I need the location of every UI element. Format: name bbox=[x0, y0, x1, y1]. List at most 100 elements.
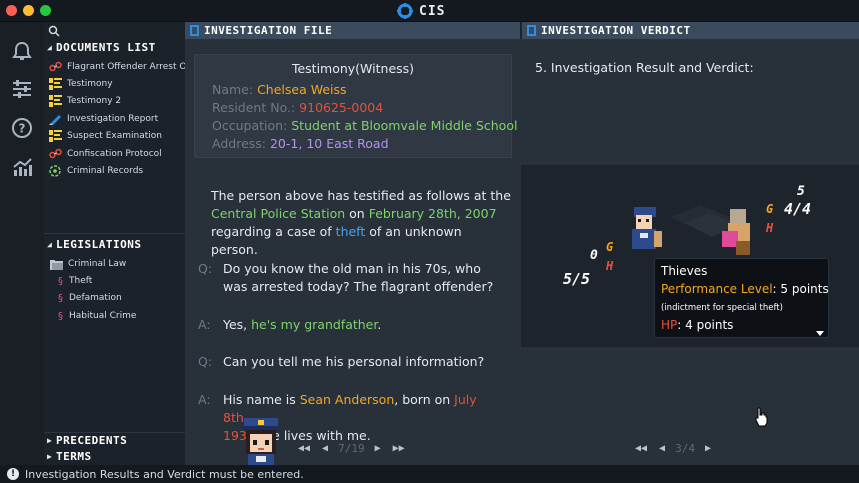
person-name-link[interactable]: Sean Anderson bbox=[300, 392, 395, 407]
speech-icon bbox=[49, 130, 62, 142]
tooltip-unit-name: Thieves bbox=[661, 264, 708, 278]
investigation-verdict-title: INVESTIGATION VERDICT bbox=[541, 24, 691, 37]
right-h-letter: H bbox=[766, 221, 774, 235]
last-page-button[interactable]: ▶▶ bbox=[393, 443, 405, 454]
date-link[interactable]: February 28th, 2007 bbox=[369, 206, 497, 221]
bell-icon[interactable] bbox=[11, 40, 33, 62]
law-scroll-icon: § bbox=[58, 310, 63, 322]
help-icon[interactable]: ? bbox=[11, 117, 33, 139]
legislation-item-habitual-crime[interactable]: § Habitual Crime bbox=[58, 308, 136, 324]
qa-label: Q: bbox=[198, 354, 213, 369]
verdict-pager: ◀◀ ◀ 3/4 ▶ bbox=[627, 441, 715, 455]
document-item-label: Testimony 2 bbox=[67, 96, 122, 106]
document-item-label: Investigation Report bbox=[67, 114, 159, 124]
resident-field: Resident No.: 910625-0004 bbox=[212, 100, 384, 115]
unit-tooltip: Thieves Performance Level: 5 points (ind… bbox=[654, 258, 829, 338]
station-link[interactable]: Central Police Station bbox=[211, 206, 345, 221]
crime-link[interactable]: theft bbox=[336, 224, 366, 239]
legislation-label: Habitual Crime bbox=[69, 311, 137, 321]
verdict-label: 5. Investigation Result and Verdict: bbox=[535, 60, 754, 75]
law-scroll-icon: § bbox=[58, 275, 63, 287]
qa-label: A: bbox=[198, 317, 211, 332]
legislation-label: Theft bbox=[69, 276, 93, 286]
document-icon bbox=[527, 25, 536, 36]
tooltip-hp: HP: 4 points bbox=[661, 318, 734, 332]
tooltip-note: (indictment for special theft) bbox=[661, 303, 783, 313]
document-icon bbox=[190, 25, 199, 36]
left-g-letter: G bbox=[606, 240, 614, 254]
qa-text: Can you tell me his personal information… bbox=[223, 354, 485, 369]
pen-icon bbox=[49, 115, 61, 125]
handcuffs-icon bbox=[49, 61, 62, 72]
folder-icon bbox=[50, 259, 63, 270]
testimony-card: Testimony(Witness) Name: Chelsea Weiss R… bbox=[194, 54, 517, 158]
document-item-arrest-order[interactable]: Flagrant Offender Arrest Order bbox=[49, 59, 205, 75]
prev-page-button[interactable]: ◀ bbox=[659, 443, 665, 454]
left-h-letter: H bbox=[606, 259, 614, 273]
prev-page-button[interactable]: ◀ bbox=[322, 443, 328, 454]
terms-title: TERMS bbox=[56, 449, 92, 463]
folder-label: Criminal Law bbox=[68, 259, 127, 269]
stats-chart-icon[interactable] bbox=[11, 156, 33, 178]
search-icon[interactable] bbox=[48, 25, 60, 37]
handcuffs-icon bbox=[49, 148, 62, 159]
sliders-icon[interactable] bbox=[11, 78, 33, 100]
chevron-down-icon bbox=[816, 331, 824, 336]
folder-criminal-law[interactable]: Criminal Law bbox=[50, 256, 126, 272]
qa-label: A: bbox=[198, 392, 211, 407]
document-item-testimony-2[interactable]: Testimony 2 bbox=[49, 93, 185, 109]
document-item-label: Testimony bbox=[67, 79, 113, 89]
documents-panel: ◢ DOCUMENTS LIST Flagrant Offender Arres… bbox=[44, 22, 205, 465]
document-item-criminal-records[interactable]: Criminal Records bbox=[49, 163, 185, 179]
document-item-investigation-report[interactable]: Investigation Report bbox=[49, 111, 185, 127]
first-page-button[interactable]: ◀◀ bbox=[298, 443, 310, 454]
name-field: Name: Chelsea Weiss bbox=[212, 82, 347, 97]
document-item-suspect-examination[interactable]: Suspect Examination bbox=[49, 128, 185, 144]
hand-cursor-icon bbox=[755, 407, 768, 427]
verdict-text-area[interactable]: 5. Investigation Result and Verdict: bbox=[521, 39, 859, 165]
address-value-a: 20-1, bbox=[269, 136, 303, 151]
terms-header[interactable]: ▶ TERMS bbox=[44, 448, 185, 464]
title-bar: CIS bbox=[0, 0, 859, 22]
investigation-verdict-header: INVESTIGATION VERDICT bbox=[522, 22, 859, 39]
precedents-header[interactable]: ▶ PRECEDENTS bbox=[44, 432, 185, 448]
police-unit-sprite bbox=[632, 207, 662, 249]
record-icon bbox=[49, 165, 61, 177]
address-field: Address: 20-1, 10 East Road bbox=[212, 136, 389, 151]
minimize-window-button[interactable] bbox=[23, 5, 34, 16]
precedents-title: PRECEDENTS bbox=[56, 433, 128, 447]
collapse-triangle-icon: ◢ bbox=[47, 42, 53, 52]
qa-label: Q: bbox=[198, 261, 213, 276]
close-window-button[interactable] bbox=[6, 5, 17, 16]
expand-triangle-icon: ▶ bbox=[47, 451, 53, 461]
first-page-button[interactable]: ◀◀ bbox=[635, 443, 647, 454]
page-indicator: 7/19 bbox=[338, 441, 365, 455]
investigation-file-header: INVESTIGATION FILE bbox=[185, 22, 520, 39]
investigation-file-panel[interactable]: Testimony(Witness) Name: Chelsea Weiss R… bbox=[185, 39, 521, 465]
alert-icon: ! bbox=[7, 468, 19, 480]
speech-icon bbox=[49, 78, 62, 90]
next-page-button[interactable]: ▶ bbox=[375, 443, 381, 454]
legislations-title: LEGISLATIONS bbox=[56, 237, 142, 251]
icon-rail: ? bbox=[0, 22, 44, 465]
right-score: 4/4 bbox=[784, 200, 812, 218]
maximize-window-button[interactable] bbox=[40, 5, 51, 16]
qa-text: Do you know the old man in his 70s, who … bbox=[223, 261, 494, 294]
documents-list-title: DOCUMENTS LIST bbox=[56, 40, 156, 54]
documents-list-header[interactable]: ◢ DOCUMENTS LIST bbox=[44, 39, 185, 55]
collapse-triangle-icon: ◢ bbox=[47, 239, 53, 249]
app-title: CIS bbox=[397, 3, 445, 19]
legislation-item-defamation[interactable]: § Defamation bbox=[58, 290, 122, 306]
document-item-testimony[interactable]: Testimony bbox=[49, 76, 185, 92]
legislations-header[interactable]: ◢ LEGISLATIONS bbox=[44, 236, 185, 252]
document-item-confiscation-protocol[interactable]: Confiscation Protocol bbox=[49, 146, 185, 162]
legislation-item-theft[interactable]: § Theft bbox=[58, 273, 92, 289]
next-page-button[interactable]: ▶ bbox=[705, 443, 711, 454]
svg-text:?: ? bbox=[19, 122, 26, 136]
investigation-file-title: INVESTIGATION FILE bbox=[204, 24, 333, 37]
app-title-text: CIS bbox=[419, 3, 446, 19]
relation-link[interactable]: he's my grandfather bbox=[251, 317, 377, 332]
divider bbox=[44, 233, 185, 234]
status-message: Investigation Results and Verdict must b… bbox=[25, 467, 304, 481]
speech-icon bbox=[49, 95, 62, 107]
